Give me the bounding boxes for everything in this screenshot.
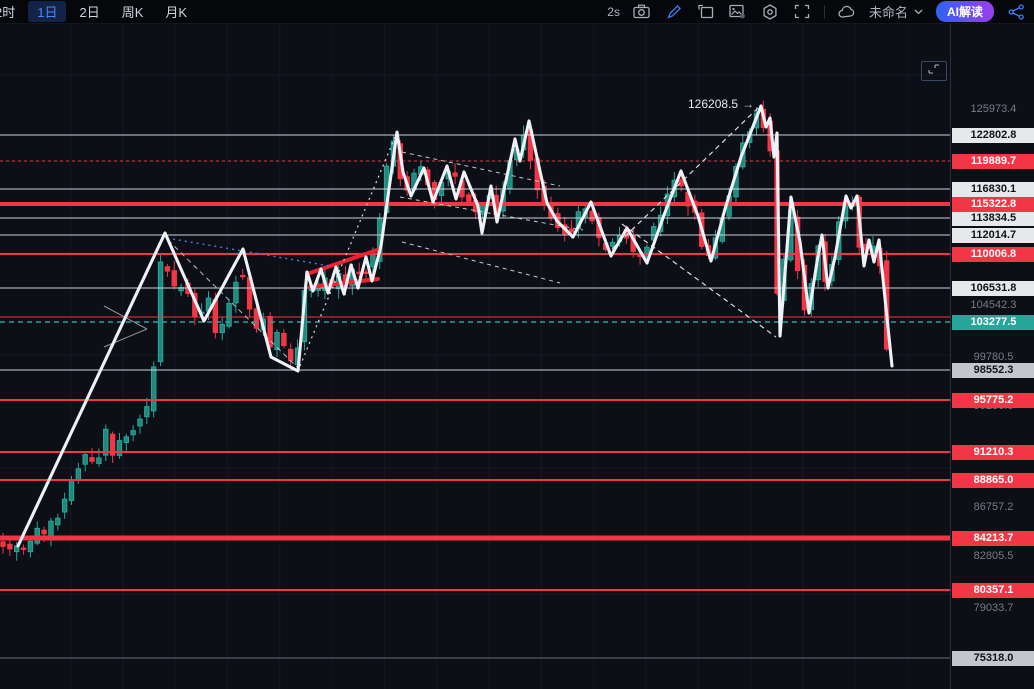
candle-body (227, 304, 231, 327)
candle-body (42, 530, 46, 534)
axis-price-label: 84213.7 (952, 531, 1034, 546)
candle-body (97, 458, 101, 463)
layout-name[interactable]: 未命名 (869, 2, 908, 21)
annotation-price-text: 126208.5 (688, 97, 738, 111)
wedge-line[interactable] (104, 329, 147, 347)
camera-icon[interactable] (632, 3, 652, 21)
axis-price-label: 106531.8 (952, 281, 1034, 296)
axis-price-label: 104542.3 (952, 298, 1034, 313)
bar-countdown: 2s (607, 5, 620, 19)
axis-price-label: 119889.7 (952, 154, 1034, 169)
axis-price-label: 125973.4 (952, 102, 1034, 117)
dashed-trendline[interactable] (622, 224, 776, 337)
interval-tab-2日[interactable]: 2日 (70, 1, 108, 22)
candle-body (69, 480, 73, 501)
candle-body (165, 267, 169, 271)
candle-body (62, 499, 66, 512)
candle-body (145, 407, 149, 417)
dashed-trendline[interactable] (167, 238, 330, 266)
candle-body (467, 195, 471, 202)
interval-tabs: 2时1日2日周K月K (0, 1, 196, 22)
candle-body (90, 458, 94, 462)
candle-body (131, 431, 135, 435)
annotation-arrow-icon: → (742, 97, 754, 111)
axis-price-label: 95775.2 (952, 393, 1034, 408)
candle-body (8, 544, 12, 549)
candle-body (371, 255, 375, 267)
candle-body (117, 441, 121, 456)
interval-tab-1日[interactable]: 1日 (28, 1, 66, 22)
maximize-pane-icon[interactable] (921, 61, 947, 81)
new-pane-icon[interactable] (696, 3, 716, 21)
axis-price-label: 113834.5 (952, 211, 1034, 226)
toolbar-right: 2s 未命名 (607, 1, 1026, 22)
axis-price-label: 75318.0 (952, 651, 1034, 666)
candle-body (610, 242, 614, 246)
ai-analysis-button[interactable]: AI解读 (936, 1, 994, 22)
share-icon[interactable] (1006, 3, 1026, 21)
trading-app: 126208.5 → 125973.4 122802.8 119889.7 116830… (0, 0, 1034, 689)
candle-body (28, 541, 32, 551)
toolbar-divider (824, 5, 825, 19)
fullscreen-icon[interactable] (792, 3, 812, 21)
candle-body (152, 367, 156, 411)
candle-body (569, 229, 573, 232)
interval-tab-月K[interactable]: 月K (156, 1, 196, 22)
image-icon[interactable] (728, 3, 748, 21)
candle-body (21, 548, 25, 549)
draw-icon[interactable] (664, 3, 684, 21)
axis-price-label: 80357.1 (952, 583, 1034, 598)
axis-price-label: 112014.7 (952, 228, 1034, 243)
candle-body (234, 282, 238, 303)
price-axis[interactable]: 125973.4 122802.8 119889.7 116830.1115322.8… (950, 23, 1034, 689)
candle-body (220, 324, 224, 332)
candle-body (76, 469, 80, 480)
chart-pane: 126208.5 → (0, 0, 950, 689)
interval-tab-2时[interactable]: 2时 (0, 1, 24, 22)
corner-arrows-icon (925, 64, 943, 78)
chevron-down-icon[interactable] (914, 3, 924, 21)
axis-price-label: 115322.8 (952, 197, 1034, 212)
candle-body (241, 275, 245, 276)
candle-body (49, 521, 53, 537)
candle-body (1, 542, 5, 547)
candle-body (56, 518, 60, 525)
axis-price-label: 98552.3 (952, 363, 1034, 378)
cloud-icon[interactable] (837, 3, 857, 21)
dashed-trendline[interactable] (168, 240, 297, 367)
axis-price-label: 88865.0 (952, 473, 1034, 488)
candle-body (453, 173, 457, 176)
candlestick-chart (0, 0, 950, 689)
axis-price-label: 116830.1 (952, 182, 1034, 197)
axis-price-label: 103277.5 (952, 315, 1034, 330)
settings-icon[interactable] (760, 3, 780, 21)
interval-tab-周K[interactable]: 周K (113, 1, 153, 22)
axis-price-label: 82805.5 (952, 549, 1034, 564)
axis-price-label: 86757.2 (952, 500, 1034, 515)
axis-price-label: 79033.7 (952, 601, 1034, 616)
candle-body (275, 333, 279, 350)
axis-price-label: 122802.8 (952, 128, 1034, 143)
candle-body (172, 271, 176, 286)
candle-body (282, 333, 286, 345)
candle-body (364, 272, 368, 273)
candle-body (289, 349, 293, 360)
candle-body (158, 262, 162, 362)
top-toolbar: 2时1日2日周K月K 2s 未 (0, 0, 1034, 24)
candle-body (83, 455, 87, 465)
candle-body (679, 180, 683, 186)
axis-price-label: 110006.8 (952, 247, 1034, 262)
axis-price-label: 91210.3 (952, 445, 1034, 460)
candle-body (124, 437, 128, 443)
dashed-trendline[interactable] (402, 242, 560, 283)
price-annotation[interactable]: 126208.5 → (688, 97, 754, 111)
candle-body (138, 419, 142, 426)
